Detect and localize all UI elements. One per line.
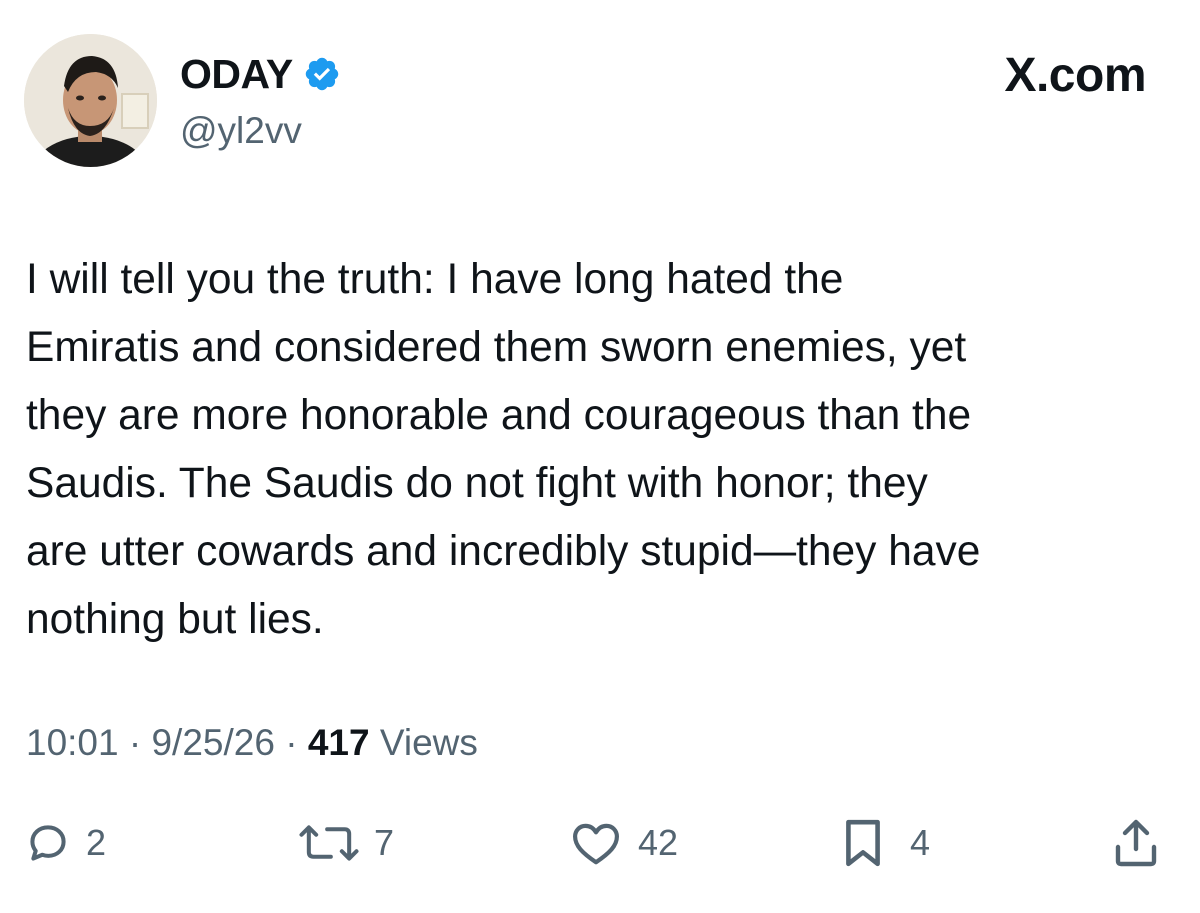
tweet-date[interactable]: 9/25/26 <box>151 722 274 763</box>
tweet-text: I will tell you the truth: I have long h… <box>26 256 981 643</box>
tweet-meta: 10:01 · 9/25/26 · 417 Views <box>26 722 478 764</box>
meta-separator: · <box>128 722 142 763</box>
author-handle[interactable]: @yl2vv <box>180 110 302 152</box>
share-button[interactable] <box>1112 810 1160 876</box>
share-icon <box>1112 817 1160 869</box>
views-label: Views <box>379 722 478 763</box>
bookmark-icon <box>842 818 884 868</box>
profile-photo <box>24 34 157 167</box>
repost-button[interactable]: 7 <box>296 810 394 876</box>
repost-count: 7 <box>374 822 395 863</box>
author-name-row: ODAY <box>180 50 341 98</box>
brand-logo: X.com <box>1004 49 1146 102</box>
bookmark-count: 4 <box>910 822 931 863</box>
reply-button[interactable]: 2 <box>26 810 106 876</box>
reply-icon <box>26 821 70 865</box>
author-name[interactable]: ODAY <box>180 51 293 98</box>
views-count: 417 <box>307 722 370 763</box>
avatar[interactable] <box>24 34 157 167</box>
meta-separator: · <box>285 722 298 763</box>
verified-badge-icon <box>303 55 341 93</box>
reply-count: 2 <box>86 822 107 863</box>
repost-icon <box>296 821 362 865</box>
heart-icon <box>570 820 622 866</box>
like-count: 42 <box>638 822 679 863</box>
like-button[interactable]: 42 <box>570 810 678 876</box>
tweet-time[interactable]: 10:01 <box>26 722 119 763</box>
bookmark-button[interactable]: 4 <box>842 810 930 876</box>
action-bar: 2 7 42 4 <box>0 810 1200 876</box>
